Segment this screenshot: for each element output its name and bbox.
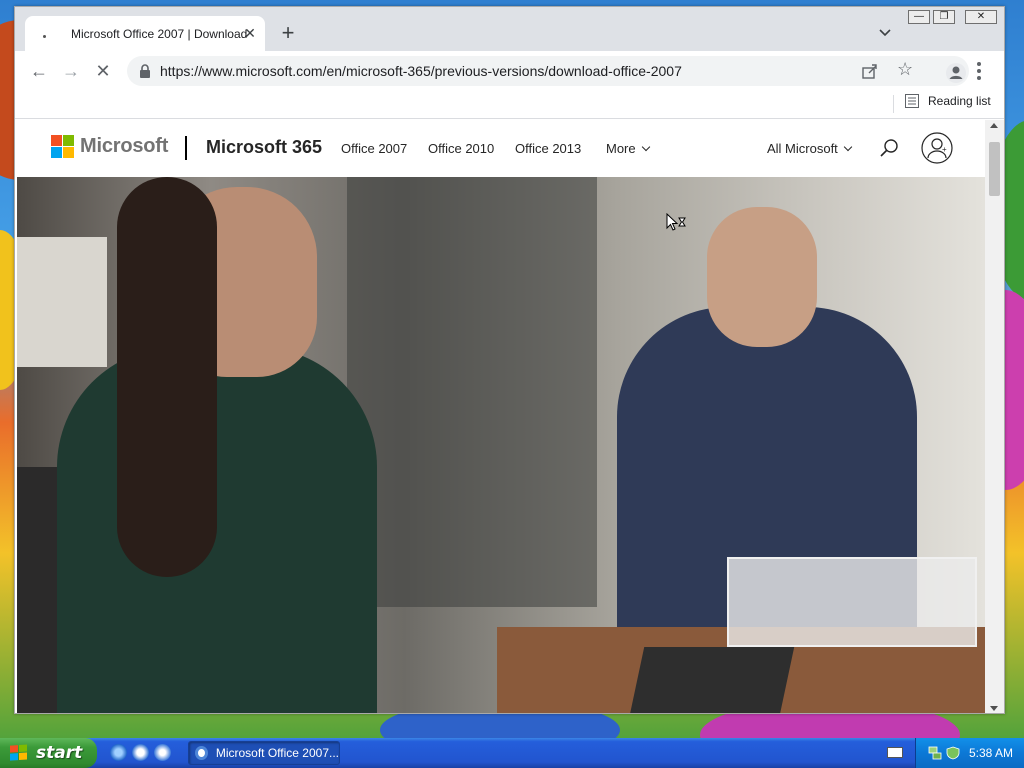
network-icon[interactable] xyxy=(928,746,942,760)
all-microsoft-label: All Microsoft xyxy=(767,141,838,156)
microsoft-logo-icon xyxy=(51,135,74,158)
busy-cursor-icon xyxy=(666,213,686,231)
hero-glass-wall xyxy=(347,177,597,607)
flag-piece xyxy=(10,745,18,753)
profile-icon[interactable] xyxy=(945,62,967,84)
chevron-down-icon xyxy=(843,142,853,152)
media-player-icon[interactable] xyxy=(154,744,171,761)
nav-office-2010[interactable]: Office 2010 xyxy=(428,141,494,156)
start-label: start xyxy=(36,743,83,763)
chevron-down-icon xyxy=(641,142,650,152)
share-icon[interactable] xyxy=(861,62,879,80)
svg-text:+: + xyxy=(942,145,947,154)
new-tab-button[interactable]: + xyxy=(277,22,299,45)
security-shield-icon[interactable] xyxy=(946,746,960,760)
taskbar: start Microsoft Office 2007... 5:38 AM xyxy=(0,738,1024,768)
loading-favicon-icon xyxy=(37,26,53,42)
page-viewport: Microsoft Microsoft 365 Office 2007 Offi… xyxy=(17,120,985,713)
flag-piece xyxy=(19,752,27,760)
lock-icon[interactable] xyxy=(139,64,151,78)
minimize-button[interactable]: — xyxy=(908,10,930,24)
bookmarks-divider xyxy=(893,95,894,113)
address-bar[interactable]: https://www.microsoft.com/en/microsoft-3… xyxy=(127,56,969,86)
reading-list-icon xyxy=(905,94,919,108)
chrome-icon xyxy=(195,746,208,760)
nav-more-menu[interactable]: More xyxy=(606,141,650,156)
bookmarks-bar: Reading list xyxy=(15,89,1004,119)
logo-square-red xyxy=(51,135,62,146)
kebab-menu-icon[interactable] xyxy=(971,60,987,82)
brand-name-link[interactable]: Microsoft 365 xyxy=(206,137,322,158)
account-icon[interactable]: + xyxy=(921,132,953,164)
logo-square-blue xyxy=(51,147,62,158)
forward-icon[interactable]: → xyxy=(59,59,83,83)
start-button[interactable]: start xyxy=(0,738,97,768)
browser-quicklaunch-icon[interactable] xyxy=(132,744,149,761)
internet-explorer-icon[interactable] xyxy=(110,744,127,761)
tab-strip: Microsoft Office 2007 | Download O ✕ + —… xyxy=(15,7,1004,51)
taskbar-window-label: Microsoft Office 2007... xyxy=(215,746,339,760)
reading-list-label: Reading list xyxy=(928,94,991,108)
flag-piece xyxy=(10,753,18,761)
site-header: Microsoft Microsoft 365 Office 2007 Offi… xyxy=(17,120,985,176)
system-tray: 5:38 AM xyxy=(915,738,1024,768)
bookmark-star-icon[interactable]: ☆ xyxy=(897,59,913,80)
back-icon[interactable]: ← xyxy=(27,59,51,83)
url-text[interactable]: https://www.microsoft.com/en/microsoft-3… xyxy=(160,63,682,79)
hero-image xyxy=(17,177,985,713)
window-close-button[interactable]: ✕ xyxy=(965,10,997,24)
browser-window: Microsoft Office 2007 | Download O ✕ + —… xyxy=(14,6,1005,714)
clock: 5:38 AM xyxy=(969,746,1014,760)
nav-more-label: More xyxy=(606,141,636,156)
maximize-button[interactable]: ❐ xyxy=(933,10,955,24)
hero-woman-dress xyxy=(57,347,377,713)
scroll-down-arrow-icon[interactable] xyxy=(990,706,998,711)
tab-search-chevron-icon[interactable] xyxy=(877,25,893,41)
scroll-thumb[interactable] xyxy=(989,142,1000,196)
logo-square-green xyxy=(63,135,74,146)
page-scrollbar[interactable] xyxy=(985,120,1004,713)
hero-lamp xyxy=(17,237,107,367)
tab-close-button[interactable]: ✕ xyxy=(241,24,259,42)
scroll-up-arrow-icon[interactable] xyxy=(990,123,998,128)
windows-flag-icon xyxy=(10,744,28,761)
browser-toolbar: ← → ✕ https://www.microsoft.com/en/micro… xyxy=(15,51,1004,89)
tab-title: Microsoft Office 2007 | Download O xyxy=(71,26,249,41)
stop-loading-icon[interactable]: ✕ xyxy=(91,59,115,83)
keyboard-language-icon[interactable] xyxy=(887,747,903,758)
hero-man-face xyxy=(707,207,817,347)
all-microsoft-menu[interactable]: All Microsoft xyxy=(767,141,853,156)
logo-square-yellow xyxy=(63,147,74,158)
browser-tab[interactable]: Microsoft Office 2007 | Download O ✕ xyxy=(25,16,265,51)
hero-paper-tray xyxy=(727,557,977,647)
nav-office-2007[interactable]: Office 2007 xyxy=(341,141,407,156)
header-divider xyxy=(185,136,187,160)
reading-list-button[interactable]: Reading list xyxy=(905,94,991,108)
flag-piece xyxy=(19,744,27,752)
search-icon[interactable] xyxy=(879,138,899,158)
nav-office-2013[interactable]: Office 2013 xyxy=(515,141,581,156)
taskbar-window-button[interactable]: Microsoft Office 2007... xyxy=(188,741,340,765)
hero-woman-hair xyxy=(117,177,217,577)
microsoft-wordmark: Microsoft xyxy=(80,135,169,157)
microsoft-logo[interactable]: Microsoft xyxy=(51,135,168,158)
hero-laptop xyxy=(629,647,795,713)
